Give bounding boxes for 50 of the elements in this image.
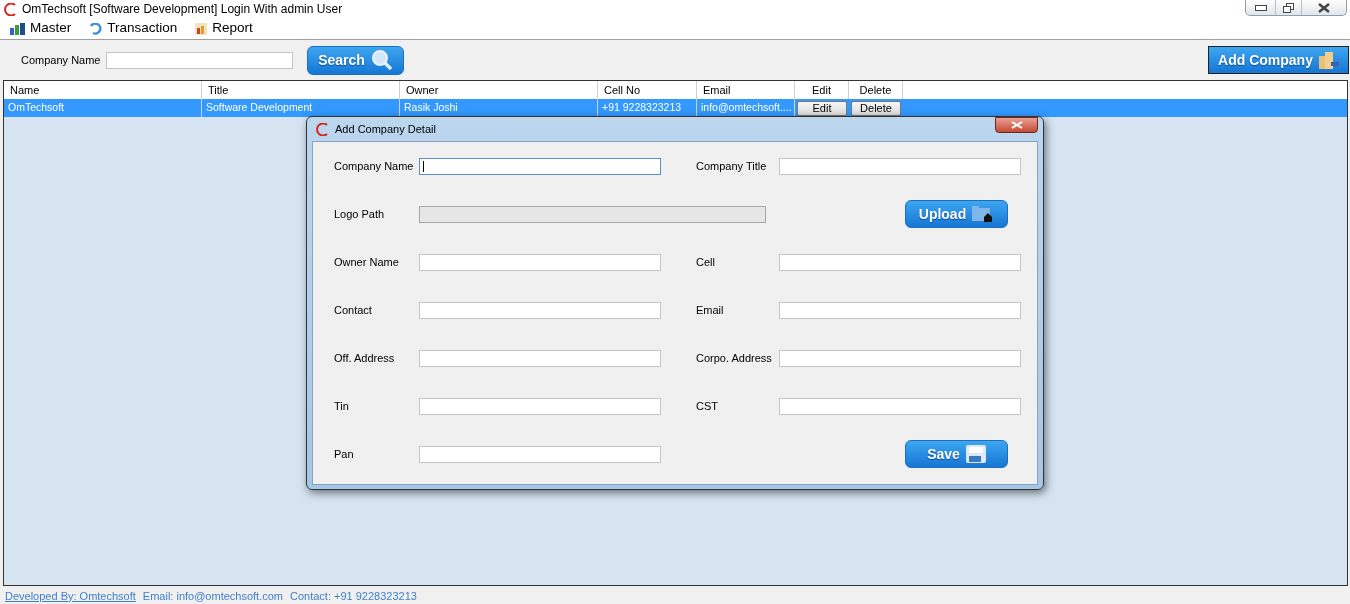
text-field[interactable] — [779, 253, 1021, 271]
report-icon — [195, 22, 208, 35]
menu-item[interactable]: Report — [195, 18, 253, 39]
field-label: Contact — [334, 302, 373, 318]
field-label: Tin — [334, 398, 350, 414]
dialog-title: Add Company Detail — [335, 121, 436, 137]
refresh-icon — [89, 22, 103, 35]
developer-link[interactable]: Developed By: Omtechsoft — [5, 587, 136, 604]
search-icon — [370, 49, 393, 71]
save-button[interactable]: Save — [905, 440, 1008, 468]
close-button[interactable] — [995, 117, 1038, 133]
field-label: CST — [696, 398, 719, 414]
field-label: Email — [696, 302, 725, 318]
close-icon — [1010, 121, 1023, 129]
field-label: Cell — [696, 254, 716, 270]
text-field[interactable] — [419, 349, 661, 367]
field-label: Corpo. Address — [696, 350, 773, 366]
menu-item[interactable]: Master — [10, 18, 72, 39]
text-field[interactable] — [779, 301, 1021, 319]
text-field[interactable] — [419, 397, 661, 415]
field-label: Pan — [334, 446, 355, 462]
field-label: Company Name — [21, 52, 102, 68]
bar-chart-icon — [10, 22, 25, 35]
contact-text: Contact: +91 9228323213 — [290, 588, 417, 604]
field-label: Company Name — [334, 158, 415, 174]
field-label: Logo Path — [334, 206, 386, 222]
delete-button[interactable]: Delete — [851, 100, 901, 116]
text-field[interactable] — [419, 253, 661, 271]
app-logo-icon — [316, 122, 329, 136]
buildings-icon — [1318, 51, 1339, 69]
table-cell: OmTechsoft — [4, 99, 202, 117]
field-label: Company Title — [696, 158, 768, 174]
text-field[interactable] — [419, 445, 661, 463]
add-company-button[interactable]: Add Company — [1208, 46, 1349, 74]
field-label: Off. Address — [334, 350, 396, 366]
email-text: Email: info@omtechsoft.com — [142, 588, 283, 604]
app-logo-icon — [4, 2, 17, 16]
text-field[interactable] — [779, 397, 1021, 415]
menu-item[interactable]: Transaction — [89, 18, 178, 39]
text-field[interactable] — [779, 349, 1021, 367]
text-field[interactable] — [419, 157, 661, 175]
upload-button[interactable]: Upload — [905, 200, 1008, 228]
text-field[interactable] — [779, 157, 1021, 175]
table-row[interactable]: OmTechsoft Software Development Rasik Joshi +91 9228323213 info@omtechsoft.... Edit Delete — [4, 99, 1347, 117]
field-label: Owner Name — [334, 254, 400, 270]
folder-icon — [972, 205, 995, 223]
window-title: OmTechsoft [Software Development] Login With admin User — [22, 1, 343, 18]
edit-button[interactable]: Edit — [797, 100, 847, 116]
text-field[interactable] — [419, 301, 661, 319]
search-field[interactable] — [106, 51, 293, 69]
